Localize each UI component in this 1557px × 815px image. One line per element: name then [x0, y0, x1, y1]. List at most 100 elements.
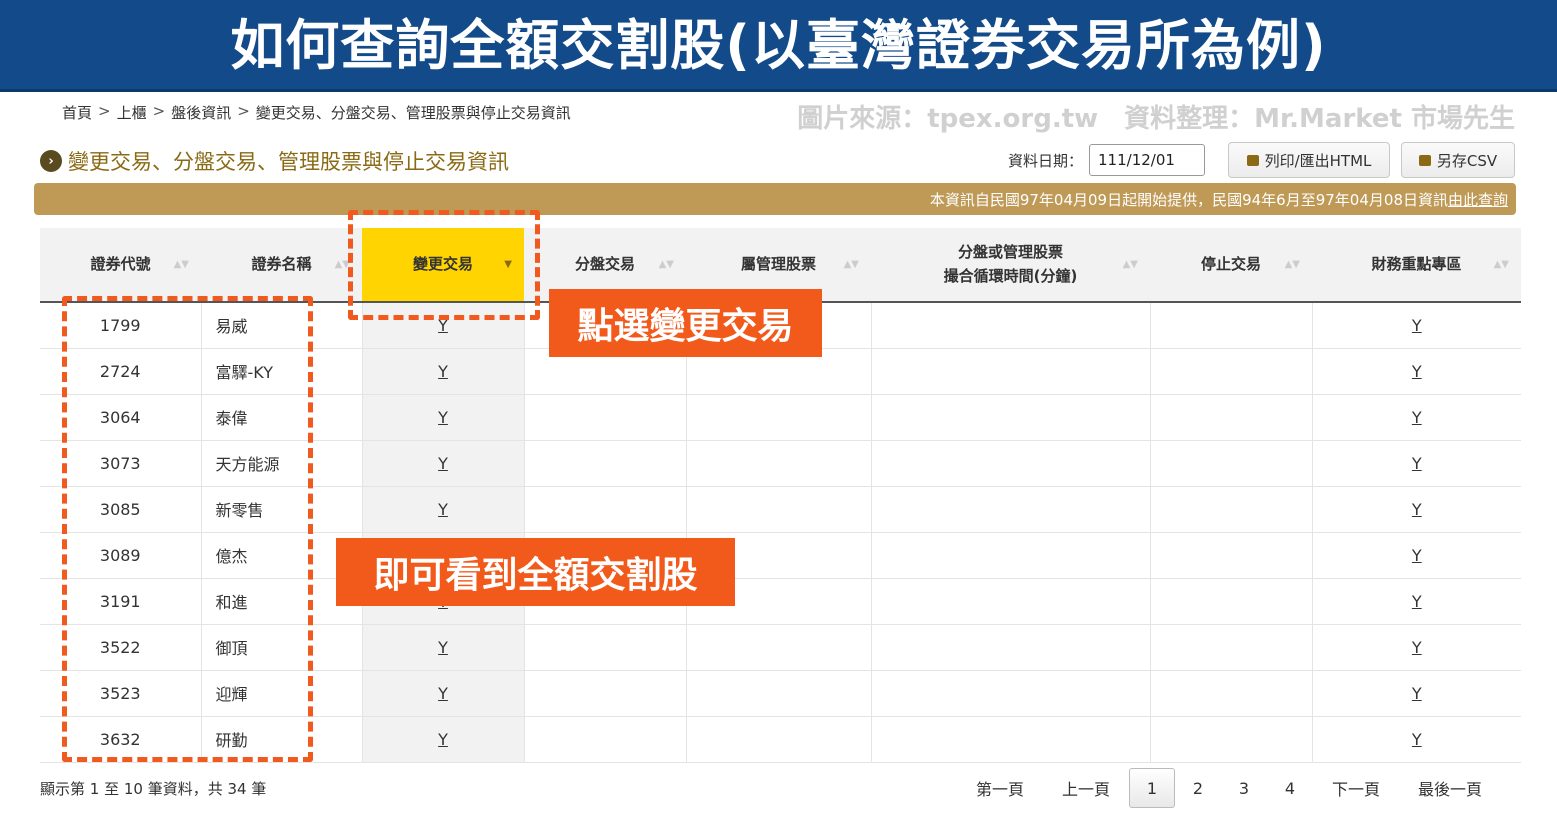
info-bar-link[interactable]: 由此查詢: [1448, 189, 1508, 210]
date-input[interactable]: [1089, 144, 1206, 176]
cell-finance-link[interactable]: Y: [1412, 684, 1422, 703]
breadcrumb-otc[interactable]: 上櫃: [117, 102, 147, 123]
cell-finance-link[interactable]: Y: [1412, 546, 1422, 565]
cell-change-link[interactable]: Y: [438, 408, 448, 427]
cell-managed: [686, 670, 872, 717]
page-4-button[interactable]: 4: [1267, 768, 1313, 808]
cell-change: Y: [362, 440, 525, 487]
breadcrumb: 首頁 > 上櫃 > 盤後資訊 > 變更交易、分盤交易、管理股票與停止交易資訊: [62, 102, 571, 123]
prev-page-button[interactable]: 上一頁: [1043, 768, 1129, 808]
cell-match-cycle: [871, 486, 1151, 533]
breadcrumb-separator: >: [237, 102, 250, 120]
next-page-button[interactable]: 下一頁: [1313, 768, 1399, 808]
cell-change-link[interactable]: Y: [438, 454, 448, 473]
sort-icon: ▲▼: [1493, 258, 1509, 270]
cell-change-link[interactable]: Y: [438, 500, 448, 519]
cell-change: Y: [362, 624, 525, 671]
cell-finance: Y: [1312, 624, 1521, 671]
cell-finance: Y: [1312, 578, 1521, 625]
sort-icon: ▲▼: [843, 258, 859, 270]
highlight-stock-rows: [62, 296, 313, 762]
cell-managed: [686, 716, 872, 763]
cell-change: Y: [362, 348, 525, 395]
cell-finance-link[interactable]: Y: [1412, 362, 1422, 381]
sort-icon: ▲▼: [1122, 258, 1138, 270]
cell-halt: [1150, 624, 1313, 671]
cell-finance-link[interactable]: Y: [1412, 500, 1422, 519]
cell-change: Y: [362, 716, 525, 763]
header-name[interactable]: 證券名稱 ▲▼: [201, 228, 362, 303]
print-html-label: 列印/匯出HTML: [1264, 151, 1372, 170]
breadcrumb-current: 變更交易、分盤交易、管理股票與停止交易資訊: [255, 104, 571, 122]
cell-split: [524, 394, 687, 441]
cell-halt: [1150, 716, 1313, 763]
sort-icon: ▲▼: [658, 258, 674, 270]
cell-halt: [1150, 348, 1313, 395]
cell-change-link[interactable]: Y: [438, 730, 448, 749]
first-page-button[interactable]: 第一頁: [957, 768, 1043, 808]
cell-finance-link[interactable]: Y: [1412, 592, 1422, 611]
record-count: 顯示第 1 至 10 筆資料，共 34 筆: [40, 780, 267, 798]
cell-change-link[interactable]: Y: [438, 684, 448, 703]
date-label: 資料日期：: [1008, 151, 1084, 170]
section-title: 變更交易、分盤交易、管理股票與停止交易資訊: [68, 150, 509, 174]
cell-change: Y: [362, 394, 525, 441]
cell-finance-link[interactable]: Y: [1412, 316, 1422, 335]
cell-change-link[interactable]: Y: [438, 362, 448, 381]
cell-finance-link[interactable]: Y: [1412, 638, 1422, 657]
print-html-button[interactable]: 列印/匯出HTML: [1228, 142, 1390, 178]
cell-finance: Y: [1312, 670, 1521, 717]
cell-finance: Y: [1312, 486, 1521, 533]
breadcrumb-after-hours[interactable]: 盤後資訊: [171, 102, 231, 123]
cell-finance: Y: [1312, 532, 1521, 579]
cell-match-cycle: [871, 624, 1151, 671]
last-page-button[interactable]: 最後一頁: [1399, 768, 1501, 808]
header-halt-trading[interactable]: 停止交易 ▲▼: [1150, 228, 1312, 303]
cell-halt: [1150, 532, 1313, 579]
cell-split: [524, 716, 687, 763]
cell-finance-link[interactable]: Y: [1412, 730, 1422, 749]
save-csv-label: 另存CSV: [1436, 151, 1498, 170]
cell-halt: [1150, 670, 1313, 717]
cell-change-link[interactable]: Y: [438, 638, 448, 657]
cell-match-cycle: [871, 302, 1151, 349]
cell-finance-link[interactable]: Y: [1412, 408, 1422, 427]
cell-managed: [686, 624, 872, 671]
callout-select-change: 點選變更交易: [549, 289, 822, 357]
pagination: 第一頁 上一頁 1 2 3 4 下一頁 最後一頁: [957, 768, 1501, 808]
cell-managed: [686, 440, 872, 487]
cell-match-cycle: [871, 394, 1151, 441]
cell-halt: [1150, 394, 1313, 441]
cell-split: [524, 486, 687, 533]
highlight-change-header: [348, 210, 540, 320]
save-icon: [1418, 154, 1431, 166]
page-2-button[interactable]: 2: [1175, 768, 1221, 808]
page-1-button[interactable]: 1: [1128, 768, 1175, 808]
info-bar-text: 本資訊自民國97年04月09日起開始提供，民國94年6月至97年04月08日資訊: [929, 190, 1448, 209]
cell-match-cycle: [871, 716, 1151, 763]
cell-finance: Y: [1312, 394, 1521, 441]
printer-icon: [1246, 154, 1259, 166]
save-csv-button[interactable]: 另存CSV: [1401, 142, 1515, 178]
source-note: 圖片來源：tpex.org.tw 資料整理：Mr.Market 市場先生: [797, 104, 1515, 134]
page-3-button[interactable]: 3: [1221, 768, 1267, 808]
cell-change: Y: [362, 486, 525, 533]
cell-halt: [1150, 440, 1313, 487]
cell-change: Y: [362, 670, 525, 717]
header-code[interactable]: 證券代號 ▲▼: [40, 228, 201, 303]
cell-match-cycle: [871, 348, 1151, 395]
header-match-cycle[interactable]: 分盤或管理股票 撮合循環時間(分鐘) ▲▼: [871, 228, 1150, 303]
cell-finance: Y: [1312, 440, 1521, 487]
cell-split: [524, 440, 687, 487]
sort-icon: ▲▼: [173, 258, 189, 270]
cell-finance: Y: [1312, 348, 1521, 395]
cell-halt: [1150, 302, 1313, 349]
cell-halt: [1150, 486, 1313, 533]
header-finance-zone[interactable]: 財務重點專區 ▲▼: [1312, 228, 1521, 303]
cell-halt: [1150, 578, 1313, 625]
date-filter: 資料日期：: [1008, 144, 1206, 176]
breadcrumb-home[interactable]: 首頁: [62, 102, 92, 123]
cell-match-cycle: [871, 532, 1151, 579]
cell-match-cycle: [871, 670, 1151, 717]
cell-finance-link[interactable]: Y: [1412, 454, 1422, 473]
